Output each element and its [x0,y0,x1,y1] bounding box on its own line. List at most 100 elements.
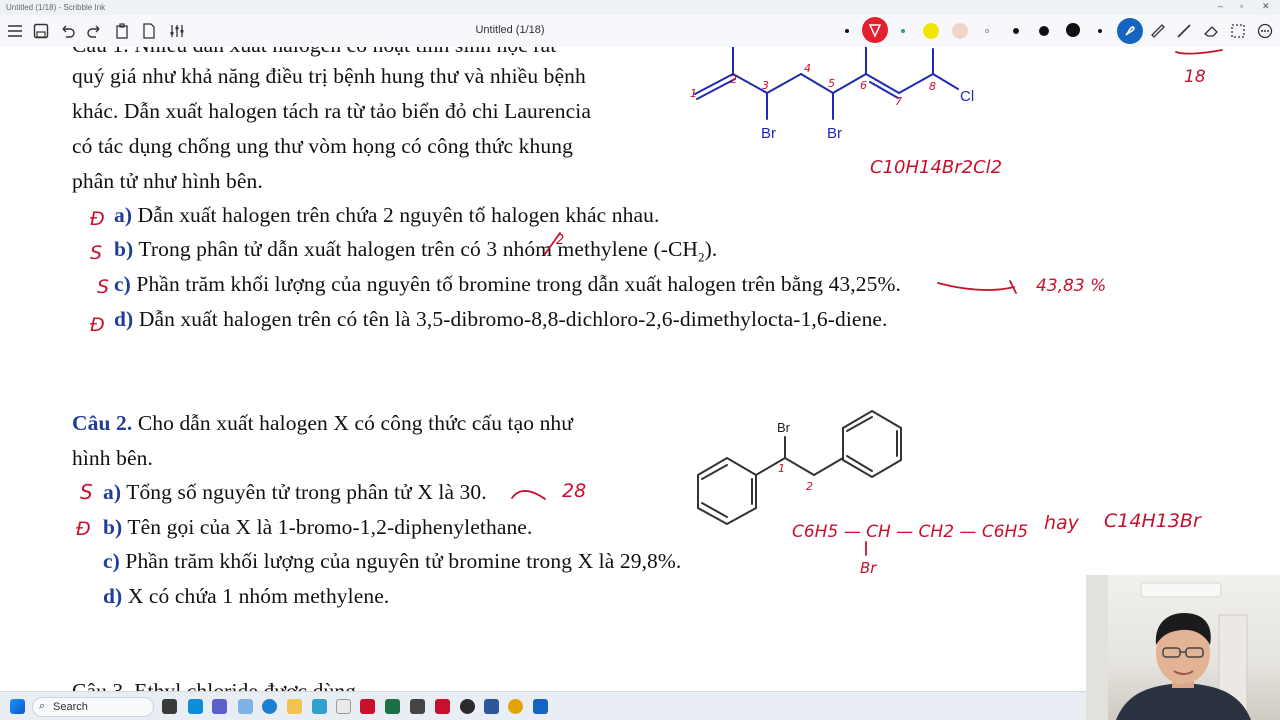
option-text: Dẫn xuất halogen trên có tên là 3,5-dibr… [138,307,888,331]
option-label: d) [114,307,134,331]
option-label: b) [114,237,134,261]
edge-icon[interactable] [262,699,277,714]
q3-partial-line: Câu 3. Ethyl chloride được dùng ... [72,679,378,691]
eraser-icon[interactable] [1200,21,1222,41]
svg-text:2: 2 [730,73,737,86]
skin-highlighter-icon[interactable] [952,23,968,39]
svg-text:5: 5 [828,77,835,90]
more-options-icon[interactable] [1254,21,1276,41]
q1-line-3: có tác dụng chống ung thư vòm họng có cô… [72,134,573,158]
red-app-icon[interactable] [360,699,375,714]
q2-structure [697,409,902,526]
hw-q1-c-answer: 43,83 % [1036,276,1106,296]
option-text: Phần trăm khối lượng của nguyên tố bromi… [136,272,901,296]
line-tool-icon[interactable] [1173,21,1195,41]
hw-q2-a-answer: 28 [562,480,586,502]
file-explorer-icon[interactable] [287,699,302,714]
teal-dot-icon[interactable] [901,29,905,33]
option-label: a) [103,480,122,504]
q1-line-4: phân tử như hình bên. [72,169,263,193]
maximize-icon[interactable]: ▫ [1240,1,1243,11]
pen-size-tiny-icon[interactable] [845,29,849,33]
undo-icon[interactable] [56,21,78,41]
task-view-icon[interactable] [162,699,177,714]
hw-strike-30 [511,490,546,500]
hw-q1-a-mark: Đ [90,208,105,230]
pen-size-medium-icon[interactable] [1039,26,1049,36]
excel-icon[interactable] [385,699,400,714]
settings-sliders-icon[interactable] [166,21,188,41]
q1-cl-atom: Cl [960,88,974,105]
close-icon[interactable]: ✕ [1262,1,1270,12]
teams-icon[interactable] [212,699,227,714]
taskbar-search[interactable]: ⌕ Search [32,697,154,717]
more-dot-icon[interactable] [1098,29,1102,33]
chrome-icon[interactable] [508,699,523,714]
word-icon[interactable] [484,699,499,714]
paste-icon[interactable] [112,21,134,41]
option-text: Tổng số nguyên tử trong phân tử X là 30. [126,480,487,504]
q1-top-line: Câu 1. Nhiều dẫn xuất halogen có hoạt tí… [72,47,556,58]
hw-q2-b-mark: Đ [76,518,91,540]
q2-option-a: a) Tổng số nguyên tử trong phân tử X là … [103,480,487,505]
option-label: b) [103,515,123,539]
q1-line-1: quý giá như khả năng điều trị bệnh hung … [72,64,586,88]
q1-structure [694,47,959,120]
q1-option-a: a) Dẫn xuất halogen trên chứa 2 nguyên t… [114,203,659,228]
option-text: Dẫn xuất halogen trên chứa 2 nguyên tố h… [137,203,660,227]
save-icon[interactable] [30,21,52,41]
app-icon-1[interactable] [312,699,327,714]
toolbar: Untitled (1/18) [0,15,1280,47]
option-text: Tên gọi của X là 1-bromo-1,2-diphenyleth… [127,515,533,539]
svg-text:7: 7 [895,95,902,108]
webcam-overlay [1086,575,1280,720]
option-tail: ). [704,237,718,261]
q1-option-b: b) Trong phân tử dẫn xuất halogen trên c… [114,237,717,265]
hw-q1-d-mark: Đ [90,314,105,336]
new-page-icon[interactable] [138,21,160,41]
white-dot-icon[interactable] [985,29,989,33]
carbon-numbers: 1 2 3 4 5 6 7 8 [690,62,936,108]
select-icon[interactable] [1227,21,1249,41]
minimize-icon[interactable]: – [1218,1,1223,11]
hw-q2-formula: C14H13Br [1104,510,1202,532]
search-label: Search [53,701,88,713]
title-bar: Untitled (1/18) - Scribble Ink – ▫ ✕ [0,0,1280,15]
svg-text:3: 3 [762,79,769,92]
hw-q2-a-mark: S [80,480,93,504]
q2-line-2: hình bên. [72,446,153,470]
pen-size-large-icon[interactable] [1066,23,1080,37]
hw-18: 18 [1184,67,1206,87]
q2-intro: Cho dẫn xuất halogen X có công thức cấu … [137,411,574,435]
subscript: 2 [698,249,705,265]
redo-icon[interactable] [84,21,106,41]
pdf-icon[interactable] [435,699,450,714]
presenter-video [1086,575,1251,720]
hw-q1-b-mark: S [90,242,102,264]
menu-icon[interactable] [4,21,26,41]
widgets-icon[interactable] [238,699,253,714]
pen-tool-icon[interactable] [1117,18,1143,44]
hw-hay: hay [1044,512,1080,534]
ink-app-icon[interactable] [533,699,548,714]
q2-option-c: c) Phần trăm khối lượng của nguyên tử br… [103,549,681,574]
svg-text:4: 4 [804,62,811,75]
hw-q1-formula: C10H14Br2Cl2 [870,157,1002,178]
yellow-highlighter-icon[interactable] [923,23,939,39]
copilot-icon[interactable] [188,699,203,714]
option-text: Trong phân tử dẫn xuất halogen trên có 3… [138,237,699,261]
pen-size-small-icon[interactable] [1013,28,1019,34]
app-icon-4[interactable] [460,699,475,714]
q2-option-b: b) Tên gọi của X là 1-bromo-1,2-diphenyl… [103,515,532,540]
svg-text:1: 1 [690,87,697,100]
q2-heading: Câu 2. [72,411,133,435]
q1-option-d: d) Dẫn xuất halogen trên có tên là 3,5-d… [114,307,888,332]
red-pen-icon[interactable] [862,17,888,43]
ruler-icon[interactable] [1147,21,1169,41]
q1-line-2: khác. Dẫn xuất halogen tách ra từ tảo bi… [72,99,592,123]
windows-start-icon[interactable] [10,699,25,714]
q2-carbon-2: 2 [806,480,813,493]
app-icon-2[interactable] [336,699,351,714]
option-label: c) [114,272,131,296]
app-icon-3[interactable] [410,699,425,714]
